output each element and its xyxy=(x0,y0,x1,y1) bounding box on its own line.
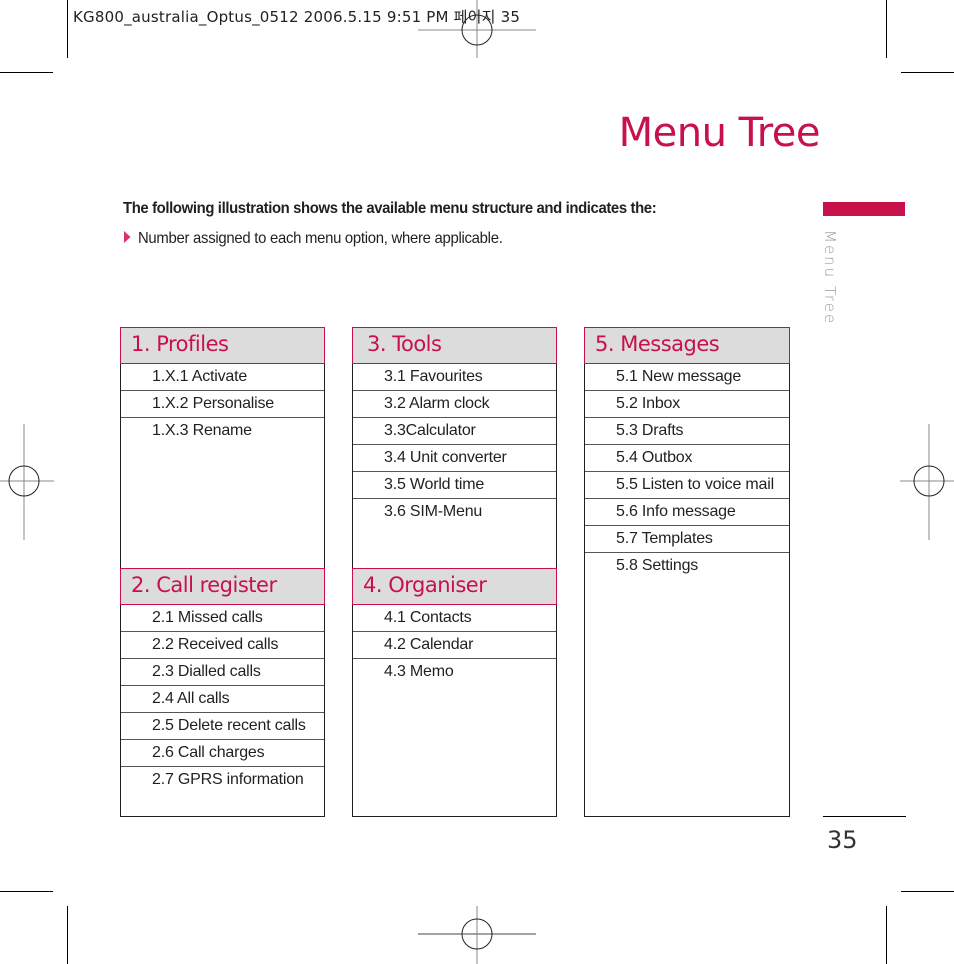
side-tab-bar xyxy=(823,202,905,216)
menu-item: 2.5 Delete recent calls xyxy=(121,713,324,740)
menu-section-tools: 3. Tools 3.1 Favourites 3.2 Alarm clock … xyxy=(352,327,557,526)
menu-item: 5.3 Drafts xyxy=(585,418,789,445)
menu-column-3: 5. Messages 5.1 New message 5.2 Inbox 5.… xyxy=(584,327,790,817)
intro-heading: The following illustration shows the ava… xyxy=(123,200,657,217)
menu-item: 2.4 All calls xyxy=(121,686,324,713)
section-header: 3. Tools xyxy=(352,327,557,364)
menu-item: 5.7 Templates xyxy=(585,526,789,553)
menu-item: 3.1 Favourites xyxy=(353,364,556,391)
registration-mark-icon xyxy=(0,424,54,540)
menu-item: 1.X.3 Rename xyxy=(152,422,252,439)
menu-column-1: 1. Profiles 1.X.1 Activate 1.X.2 Persona… xyxy=(120,327,325,817)
triangle-right-icon xyxy=(124,231,131,243)
menu-item: 5.5 Listen to voice mail xyxy=(585,472,789,499)
side-tab-label: Menu Tree xyxy=(821,230,839,326)
section-header: 4. Organiser xyxy=(352,568,557,605)
menu-section-call-register: 2. Call register 2.1 Missed calls 2.2 Re… xyxy=(120,568,325,794)
menu-item: 2.7 GPRS information xyxy=(152,771,304,788)
menu-item: 5.6 Info message xyxy=(585,499,789,526)
menu-item: 1.X.2 Personalise xyxy=(121,391,324,418)
section-header: 5. Messages xyxy=(584,327,790,364)
crop-mark xyxy=(67,0,68,58)
menu-item: 4.2 Calendar xyxy=(353,632,556,659)
registration-mark-icon xyxy=(418,0,536,58)
menu-item: 4.1 Contacts xyxy=(353,605,556,632)
menu-section-profiles: 1. Profiles 1.X.1 Activate 1.X.2 Persona… xyxy=(120,327,325,445)
crop-mark xyxy=(901,72,954,73)
section-header: 2. Call register xyxy=(120,568,325,605)
menu-item: 5.8 Settings xyxy=(616,557,699,574)
menu-item: 4.3 Memo xyxy=(384,663,454,680)
menu-item: 5.1 New message xyxy=(585,364,789,391)
registration-mark-icon xyxy=(900,424,954,540)
menu-column-2: 3. Tools 3.1 Favourites 3.2 Alarm clock … xyxy=(352,327,557,817)
intro-bullet: Number assigned to each menu option, whe… xyxy=(124,230,503,248)
menu-item: 3.3Calculator xyxy=(353,418,556,445)
crop-mark xyxy=(886,0,887,58)
crop-mark xyxy=(0,72,53,73)
page-number-rule xyxy=(823,816,906,817)
menu-item: 3.4 Unit converter xyxy=(353,445,556,472)
page-title: Menu Tree xyxy=(618,110,821,156)
crop-mark xyxy=(0,891,53,892)
menu-section-messages: 5. Messages 5.1 New message 5.2 Inbox 5.… xyxy=(584,327,790,580)
crop-mark xyxy=(886,906,887,964)
intro-bullet-text: Number assigned to each menu option, whe… xyxy=(137,230,503,247)
menu-item: 2.3 Dialled calls xyxy=(121,659,324,686)
menu-item: 3.2 Alarm clock xyxy=(353,391,556,418)
menu-item: 1.X.1 Activate xyxy=(121,364,324,391)
menu-section-organiser: 4. Organiser 4.1 Contacts 4.2 Calendar 4… xyxy=(352,568,557,686)
crop-mark xyxy=(67,906,68,964)
menu-item: 3.6 SIM-Menu xyxy=(384,503,483,520)
side-tab: Menu Tree xyxy=(813,230,849,330)
menu-item: 5.2 Inbox xyxy=(585,391,789,418)
menu-item: 5.4 Outbox xyxy=(585,445,789,472)
crop-mark xyxy=(901,891,954,892)
registration-mark-icon xyxy=(418,906,536,964)
menu-item: 2.6 Call charges xyxy=(121,740,324,767)
menu-item: 2.1 Missed calls xyxy=(121,605,324,632)
section-header: 1. Profiles xyxy=(120,327,325,364)
menu-item: 2.2 Received calls xyxy=(121,632,324,659)
page-number: 35 xyxy=(827,826,858,854)
menu-item: 3.5 World time xyxy=(353,472,556,499)
